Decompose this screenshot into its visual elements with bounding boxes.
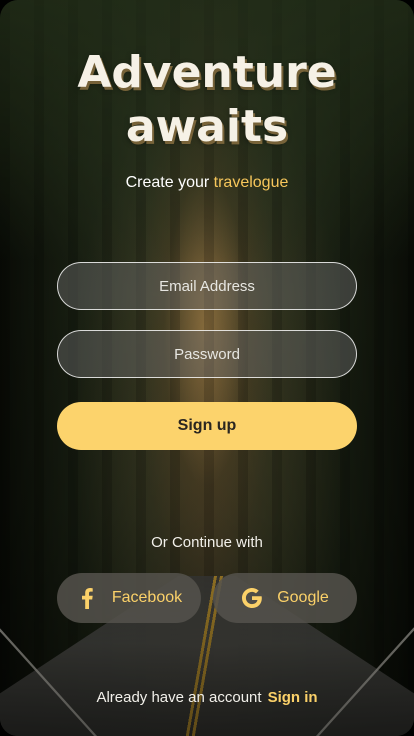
subtitle-prefix: Create your: [125, 174, 214, 191]
sign-up-button[interactable]: Sign up: [57, 402, 357, 450]
google-label: Google: [277, 589, 329, 606]
signup-screen: Adventure awaits Create your travelogue …: [0, 0, 414, 736]
continue-with-label: Or Continue with: [151, 534, 263, 551]
page-subtitle: Create your travelogue: [126, 174, 289, 192]
facebook-icon: [76, 587, 98, 609]
google-icon: [241, 587, 263, 609]
subtitle-accent: travelogue: [213, 174, 289, 191]
google-login-button[interactable]: Google: [213, 573, 357, 623]
signin-prompt-text: Already have an account: [96, 689, 262, 706]
email-input[interactable]: [58, 263, 356, 309]
password-field: [57, 330, 357, 378]
facebook-label: Facebook: [111, 589, 183, 606]
social-login-group: Facebook Google: [57, 573, 357, 623]
signup-content: Adventure awaits Create your travelogue …: [0, 0, 414, 736]
page-title: Adventure awaits: [77, 47, 337, 152]
facebook-login-button[interactable]: Facebook: [57, 573, 201, 623]
signin-prompt: Already have an account Sign in: [0, 689, 414, 706]
sign-in-link[interactable]: Sign in: [268, 689, 318, 706]
email-field: [57, 262, 357, 310]
password-input[interactable]: [58, 331, 356, 377]
